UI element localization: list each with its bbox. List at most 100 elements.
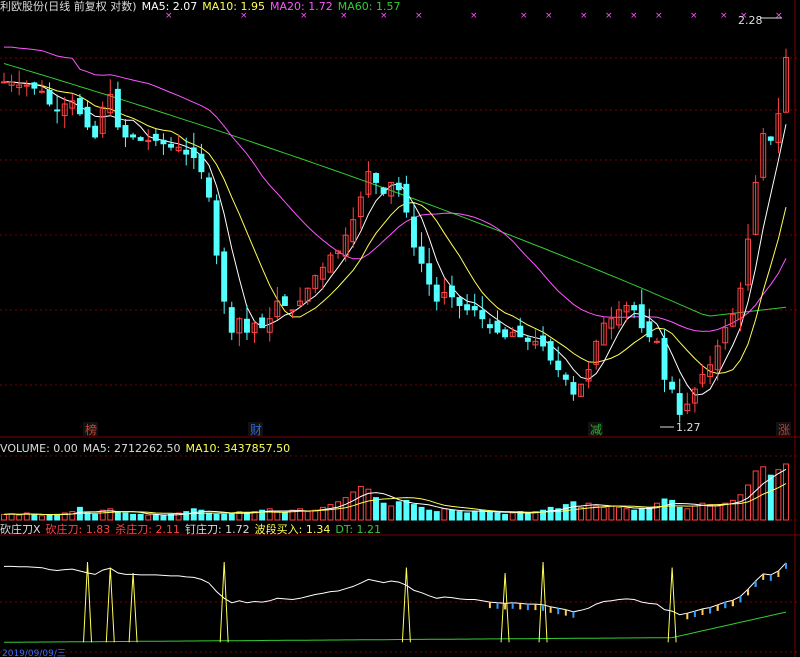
candle-body <box>168 143 174 148</box>
volume-bar <box>494 512 501 521</box>
candle-body <box>433 284 440 302</box>
volume-bar <box>38 515 45 521</box>
candle-body <box>122 125 129 138</box>
top-mark: × <box>415 11 423 21</box>
volume-ma10 <box>3 483 787 515</box>
top-mark: × <box>720 11 728 21</box>
candle-body <box>395 182 402 191</box>
volume-bar <box>752 470 759 521</box>
top-mark: × <box>545 11 553 21</box>
volume-bar <box>547 506 554 521</box>
candle-body <box>486 324 493 329</box>
candle-body <box>524 337 531 342</box>
volume-bar <box>524 512 531 521</box>
volume-bar <box>46 514 53 521</box>
volume-bar <box>707 504 714 521</box>
candle-body <box>190 147 197 159</box>
high-price-label: 2.28 <box>738 14 763 27</box>
candle-body <box>46 89 53 105</box>
ma60-path <box>3 63 787 317</box>
volume-bar <box>274 511 281 521</box>
volume-bar <box>631 509 638 521</box>
volume-bar <box>638 508 645 521</box>
candle-body <box>92 125 99 138</box>
volume-bar <box>593 505 600 521</box>
ma5-path <box>4 81 787 396</box>
candle-body <box>114 88 121 128</box>
volume-bar <box>130 513 137 521</box>
volume-bar <box>471 511 478 521</box>
candle-body <box>676 393 683 415</box>
volume-bar <box>335 501 342 521</box>
candle-body <box>198 153 205 173</box>
candle-body <box>653 340 660 343</box>
candle-body <box>228 307 235 333</box>
candle-body <box>562 374 569 380</box>
top-mark: × <box>605 11 613 21</box>
top-mark: × <box>300 11 308 21</box>
candle-body <box>448 285 455 298</box>
candle-body <box>221 251 228 302</box>
volume-bar <box>388 505 395 521</box>
volume-bar <box>714 505 721 521</box>
volume-bar <box>213 513 220 521</box>
candle-body <box>183 149 190 155</box>
candle-body <box>38 90 45 93</box>
volume-bar <box>312 509 319 521</box>
ma20-line <box>4 46 787 332</box>
marker-label: 财 <box>250 423 262 437</box>
volume-bar <box>190 508 197 521</box>
candle-body <box>540 335 547 347</box>
candle-body <box>152 133 159 141</box>
volume-bar <box>676 506 683 521</box>
volume-bar <box>722 502 729 521</box>
volume-bar <box>114 511 121 521</box>
volume-bar <box>373 497 379 521</box>
candle-body <box>206 177 212 198</box>
marker-label: 榜 <box>85 422 97 437</box>
volume-bar <box>691 505 698 521</box>
volume-bar <box>653 502 660 521</box>
ma10-path <box>4 81 787 375</box>
top-mark: × <box>380 11 388 21</box>
volume-bar <box>137 513 144 521</box>
candle-body <box>373 173 379 183</box>
volume-bar <box>418 506 425 521</box>
candle-body <box>130 134 137 138</box>
volume-bar <box>152 514 159 521</box>
volume-bar <box>441 508 448 521</box>
volume-bar <box>661 498 668 521</box>
candle-body <box>281 296 288 306</box>
low-price-label: 1.27 <box>676 421 701 434</box>
candle-body <box>517 325 524 338</box>
volume-bar <box>570 501 577 521</box>
volume-bar <box>206 512 212 521</box>
volume-bar <box>448 509 455 521</box>
volume-bar <box>380 502 387 521</box>
indicator-spike <box>128 572 138 643</box>
volume-bar <box>608 505 615 521</box>
volume-bar <box>160 515 167 521</box>
volume-bar <box>31 513 38 521</box>
volume-bar <box>486 511 493 521</box>
volume-bar <box>509 512 516 521</box>
candle-body <box>669 381 676 390</box>
volume-bar <box>433 511 440 521</box>
candle-body <box>464 304 471 311</box>
top-mark: × <box>775 11 783 21</box>
candle-body <box>259 317 266 329</box>
candle-body <box>160 139 167 145</box>
candle-body <box>76 98 83 115</box>
candle-body <box>1 81 7 84</box>
top-mark: × <box>340 11 348 21</box>
volume-bar <box>623 508 630 521</box>
candle-body <box>411 216 417 248</box>
volume-bar <box>1 513 7 521</box>
marker-label: 涨 <box>778 422 790 437</box>
candle-body <box>570 382 577 395</box>
volume-ma5 <box>3 468 787 516</box>
volume-bar <box>304 511 311 521</box>
volume-bar <box>411 504 417 521</box>
candle-body <box>54 109 61 112</box>
candle-body <box>767 136 774 141</box>
